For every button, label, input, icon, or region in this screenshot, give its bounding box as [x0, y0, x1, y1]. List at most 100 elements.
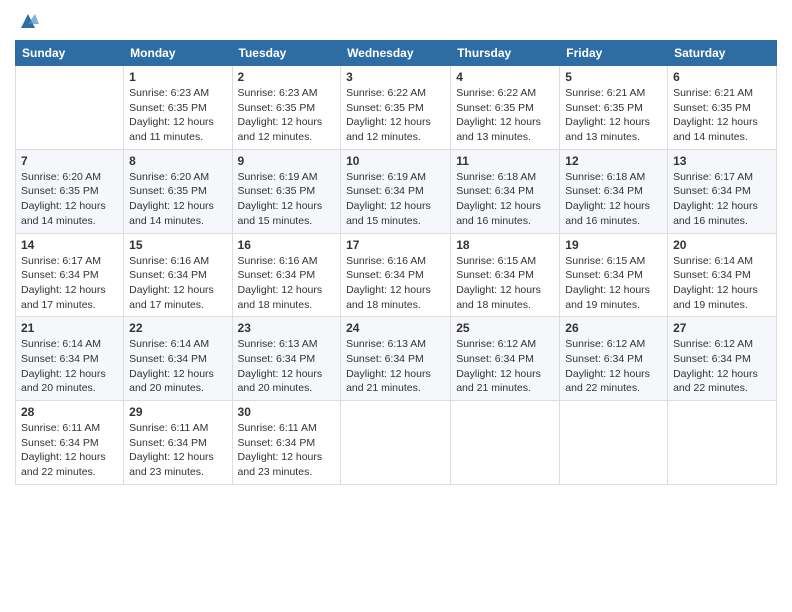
- calendar-cell: 13 Sunrise: 6:17 AMSunset: 6:34 PMDayligh…: [668, 149, 777, 233]
- calendar-week-row: 14 Sunrise: 6:17 AMSunset: 6:34 PMDayligh…: [16, 233, 777, 317]
- day-info: Sunrise: 6:13 AMSunset: 6:34 PMDaylight:…: [238, 337, 336, 396]
- day-number: 10: [346, 154, 445, 168]
- day-number: 30: [238, 405, 336, 419]
- day-number: 15: [129, 238, 226, 252]
- day-info: Sunrise: 6:13 AMSunset: 6:34 PMDaylight:…: [346, 337, 445, 396]
- calendar-cell: 2 Sunrise: 6:23 AMSunset: 6:35 PMDaylight…: [232, 66, 341, 150]
- day-info: Sunrise: 6:18 AMSunset: 6:34 PMDaylight:…: [565, 170, 662, 229]
- day-number: 17: [346, 238, 445, 252]
- day-info: Sunrise: 6:16 AMSunset: 6:34 PMDaylight:…: [129, 254, 226, 313]
- day-number: 9: [238, 154, 336, 168]
- day-info: Sunrise: 6:19 AMSunset: 6:35 PMDaylight:…: [238, 170, 336, 229]
- calendar-cell: 1 Sunrise: 6:23 AMSunset: 6:35 PMDaylight…: [124, 66, 232, 150]
- day-number: 18: [456, 238, 554, 252]
- day-info: Sunrise: 6:14 AMSunset: 6:34 PMDaylight:…: [21, 337, 118, 396]
- calendar-cell: 22 Sunrise: 6:14 AMSunset: 6:34 PMDayligh…: [124, 317, 232, 401]
- calendar-cell: [16, 66, 124, 150]
- calendar-cell: 9 Sunrise: 6:19 AMSunset: 6:35 PMDaylight…: [232, 149, 341, 233]
- calendar-cell: 15 Sunrise: 6:16 AMSunset: 6:34 PMDayligh…: [124, 233, 232, 317]
- day-info: Sunrise: 6:21 AMSunset: 6:35 PMDaylight:…: [673, 86, 771, 145]
- calendar-cell: [560, 401, 668, 485]
- calendar-weekday-wednesday: Wednesday: [341, 41, 451, 66]
- day-number: 25: [456, 321, 554, 335]
- calendar-header-row: SundayMondayTuesdayWednesdayThursdayFrid…: [16, 41, 777, 66]
- day-info: Sunrise: 6:21 AMSunset: 6:35 PMDaylight:…: [565, 86, 662, 145]
- calendar-weekday-tuesday: Tuesday: [232, 41, 341, 66]
- day-info: Sunrise: 6:22 AMSunset: 6:35 PMDaylight:…: [456, 86, 554, 145]
- calendar-weekday-friday: Friday: [560, 41, 668, 66]
- calendar-week-row: 7 Sunrise: 6:20 AMSunset: 6:35 PMDaylight…: [16, 149, 777, 233]
- day-number: 7: [21, 154, 118, 168]
- day-info: Sunrise: 6:23 AMSunset: 6:35 PMDaylight:…: [129, 86, 226, 145]
- day-info: Sunrise: 6:22 AMSunset: 6:35 PMDaylight:…: [346, 86, 445, 145]
- calendar-cell: [451, 401, 560, 485]
- day-number: 19: [565, 238, 662, 252]
- page: SundayMondayTuesdayWednesdayThursdayFrid…: [0, 0, 792, 612]
- day-info: Sunrise: 6:16 AMSunset: 6:34 PMDaylight:…: [238, 254, 336, 313]
- calendar-cell: 27 Sunrise: 6:12 AMSunset: 6:34 PMDayligh…: [668, 317, 777, 401]
- day-number: 11: [456, 154, 554, 168]
- day-info: Sunrise: 6:17 AMSunset: 6:34 PMDaylight:…: [673, 170, 771, 229]
- calendar-cell: 25 Sunrise: 6:12 AMSunset: 6:34 PMDayligh…: [451, 317, 560, 401]
- day-number: 13: [673, 154, 771, 168]
- day-number: 27: [673, 321, 771, 335]
- day-info: Sunrise: 6:14 AMSunset: 6:34 PMDaylight:…: [129, 337, 226, 396]
- day-number: 1: [129, 70, 226, 84]
- calendar-cell: 20 Sunrise: 6:14 AMSunset: 6:34 PMDayligh…: [668, 233, 777, 317]
- logo-icon: [17, 10, 39, 32]
- calendar-week-row: 1 Sunrise: 6:23 AMSunset: 6:35 PMDaylight…: [16, 66, 777, 150]
- day-number: 22: [129, 321, 226, 335]
- calendar-cell: 4 Sunrise: 6:22 AMSunset: 6:35 PMDaylight…: [451, 66, 560, 150]
- day-info: Sunrise: 6:18 AMSunset: 6:34 PMDaylight:…: [456, 170, 554, 229]
- day-number: 26: [565, 321, 662, 335]
- day-info: Sunrise: 6:15 AMSunset: 6:34 PMDaylight:…: [565, 254, 662, 313]
- day-info: Sunrise: 6:14 AMSunset: 6:34 PMDaylight:…: [673, 254, 771, 313]
- day-info: Sunrise: 6:11 AMSunset: 6:34 PMDaylight:…: [129, 421, 226, 480]
- day-number: 6: [673, 70, 771, 84]
- calendar-cell: 19 Sunrise: 6:15 AMSunset: 6:34 PMDayligh…: [560, 233, 668, 317]
- calendar-cell: 3 Sunrise: 6:22 AMSunset: 6:35 PMDaylight…: [341, 66, 451, 150]
- day-number: 16: [238, 238, 336, 252]
- header: [15, 10, 777, 32]
- calendar-cell: 8 Sunrise: 6:20 AMSunset: 6:35 PMDaylight…: [124, 149, 232, 233]
- day-info: Sunrise: 6:20 AMSunset: 6:35 PMDaylight:…: [129, 170, 226, 229]
- calendar-week-row: 21 Sunrise: 6:14 AMSunset: 6:34 PMDayligh…: [16, 317, 777, 401]
- calendar-cell: 23Sunrise: 6:13 AMSunset: 6:34 PMDayligh…: [232, 317, 341, 401]
- logo-text: [15, 10, 39, 32]
- calendar-cell: 17 Sunrise: 6:16 AMSunset: 6:34 PMDayligh…: [341, 233, 451, 317]
- calendar-week-row: 28 Sunrise: 6:11 AMSunset: 6:34 PMDayligh…: [16, 401, 777, 485]
- calendar-cell: 14 Sunrise: 6:17 AMSunset: 6:34 PMDayligh…: [16, 233, 124, 317]
- calendar-cell: 28 Sunrise: 6:11 AMSunset: 6:34 PMDayligh…: [16, 401, 124, 485]
- day-number: 21: [21, 321, 118, 335]
- day-info: Sunrise: 6:17 AMSunset: 6:34 PMDaylight:…: [21, 254, 118, 313]
- day-number: 28: [21, 405, 118, 419]
- day-info: Sunrise: 6:12 AMSunset: 6:34 PMDaylight:…: [673, 337, 771, 396]
- day-number: 14: [21, 238, 118, 252]
- day-info: Sunrise: 6:11 AMSunset: 6:34 PMDaylight:…: [21, 421, 118, 480]
- calendar-weekday-saturday: Saturday: [668, 41, 777, 66]
- calendar-cell: 16 Sunrise: 6:16 AMSunset: 6:34 PMDayligh…: [232, 233, 341, 317]
- day-number: 8: [129, 154, 226, 168]
- calendar-cell: 6 Sunrise: 6:21 AMSunset: 6:35 PMDaylight…: [668, 66, 777, 150]
- day-number: 5: [565, 70, 662, 84]
- day-number: 20: [673, 238, 771, 252]
- calendar-weekday-thursday: Thursday: [451, 41, 560, 66]
- day-number: 2: [238, 70, 336, 84]
- day-number: 4: [456, 70, 554, 84]
- calendar-cell: 5 Sunrise: 6:21 AMSunset: 6:35 PMDaylight…: [560, 66, 668, 150]
- calendar-cell: 11 Sunrise: 6:18 AMSunset: 6:34 PMDayligh…: [451, 149, 560, 233]
- day-info: Sunrise: 6:19 AMSunset: 6:34 PMDaylight:…: [346, 170, 445, 229]
- day-info: Sunrise: 6:11 AMSunset: 6:34 PMDaylight:…: [238, 421, 336, 480]
- calendar-cell: [341, 401, 451, 485]
- day-info: Sunrise: 6:23 AMSunset: 6:35 PMDaylight:…: [238, 86, 336, 145]
- calendar-cell: 21 Sunrise: 6:14 AMSunset: 6:34 PMDayligh…: [16, 317, 124, 401]
- day-info: Sunrise: 6:12 AMSunset: 6:34 PMDaylight:…: [456, 337, 554, 396]
- day-info: Sunrise: 6:12 AMSunset: 6:34 PMDaylight:…: [565, 337, 662, 396]
- calendar-cell: 29Sunrise: 6:11 AMSunset: 6:34 PMDayligh…: [124, 401, 232, 485]
- calendar-cell: 18Sunrise: 6:15 AMSunset: 6:34 PMDayligh…: [451, 233, 560, 317]
- calendar-cell: 26 Sunrise: 6:12 AMSunset: 6:34 PMDayligh…: [560, 317, 668, 401]
- day-info: Sunrise: 6:20 AMSunset: 6:35 PMDaylight:…: [21, 170, 118, 229]
- day-number: 3: [346, 70, 445, 84]
- logo: [15, 10, 41, 32]
- day-info: Sunrise: 6:16 AMSunset: 6:34 PMDaylight:…: [346, 254, 445, 313]
